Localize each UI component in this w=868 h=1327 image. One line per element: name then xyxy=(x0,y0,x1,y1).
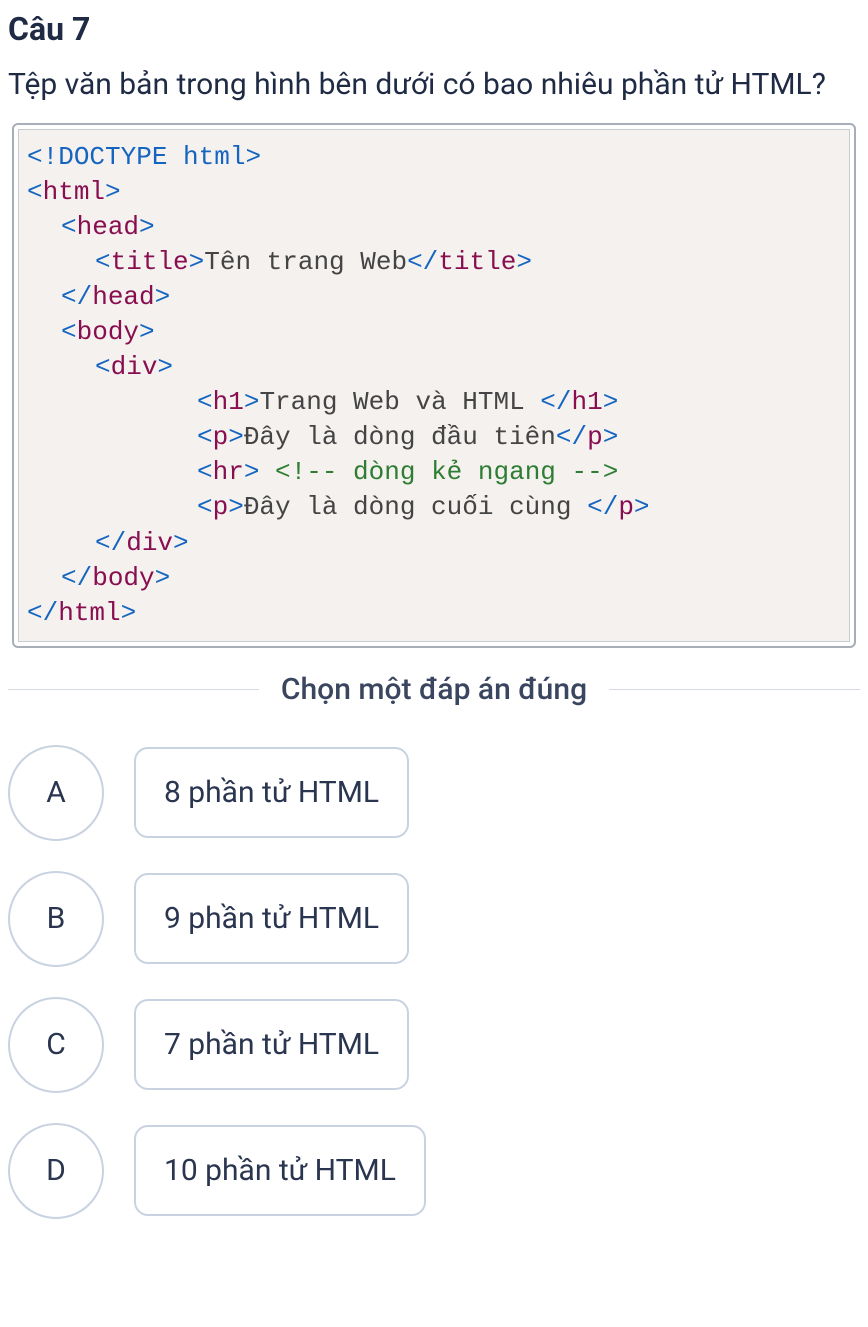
code-token: h1 xyxy=(213,387,244,417)
code-container: <!DOCTYPE html><html><head><title>Tên tr… xyxy=(12,123,856,648)
code-token: > xyxy=(139,317,155,347)
code-token: title xyxy=(111,247,189,277)
option-text[interactable]: 10 phần tử HTML xyxy=(134,1125,426,1216)
option-c[interactable]: C 7 phần tử HTML xyxy=(8,997,860,1093)
options-list: A 8 phần tử HTML B 9 phần tử HTML C 7 phần tử… xyxy=(8,745,860,1219)
code-token: > xyxy=(121,598,137,628)
code-line: </body> xyxy=(27,561,839,596)
code-line: <h1>Trang Web và HTML </h1> xyxy=(27,385,839,420)
code-token: > xyxy=(228,492,244,522)
option-text[interactable]: 8 phần tử HTML xyxy=(134,747,409,838)
code-token: p xyxy=(213,492,229,522)
code-token: </ xyxy=(540,387,571,417)
code-line: </div> xyxy=(27,526,839,561)
code-token: > xyxy=(244,457,260,487)
code-token: Đây là dòng cuối cùng xyxy=(244,492,587,522)
code-line: <p>Đây là dòng đầu tiên</p> xyxy=(27,420,839,455)
code-token: < xyxy=(197,422,213,452)
code-token: > xyxy=(173,528,189,558)
option-letter[interactable]: B xyxy=(8,871,104,967)
instruction-text: Chọn một đáp án đúng xyxy=(281,672,587,707)
code-line: <hr> <!-- dòng kẻ ngang --> xyxy=(27,455,839,490)
code-line: </html> xyxy=(27,596,839,631)
code-token: > xyxy=(189,247,205,277)
code-token: html xyxy=(43,177,105,207)
code-token: </ xyxy=(587,492,618,522)
code-token: > xyxy=(105,177,121,207)
code-line: <title>Tên trang Web</title> xyxy=(27,245,839,280)
code-token: < xyxy=(95,247,111,277)
code-token: < xyxy=(61,317,77,347)
code-token: </ xyxy=(556,422,587,452)
code-token: > xyxy=(516,247,532,277)
code-token: > xyxy=(155,282,171,312)
code-token: </ xyxy=(27,598,58,628)
code-token: > xyxy=(244,387,260,417)
code-line: <!DOCTYPE html> xyxy=(27,140,839,175)
code-token: p xyxy=(213,422,229,452)
option-letter[interactable]: D xyxy=(8,1123,104,1219)
code-line: <div> xyxy=(27,350,839,385)
divider-line-left xyxy=(8,689,259,690)
option-text[interactable]: 9 phần tử HTML xyxy=(134,873,409,964)
code-token: <!-- dòng kẻ ngang --> xyxy=(275,457,618,487)
code-token: > xyxy=(634,492,650,522)
code-token: h1 xyxy=(572,387,603,417)
code-token: div xyxy=(111,352,158,382)
code-token xyxy=(259,457,275,487)
code-token: <! xyxy=(27,142,58,172)
code-token: DOCTYPE html xyxy=(58,142,245,172)
code-token: </ xyxy=(95,528,126,558)
code-token: div xyxy=(126,528,173,558)
code-token: > xyxy=(228,422,244,452)
code-token: Tên trang Web xyxy=(204,247,407,277)
code-token: < xyxy=(27,177,43,207)
code-token: Trang Web và HTML xyxy=(259,387,540,417)
code-token: hr xyxy=(213,457,244,487)
code-token: > xyxy=(157,352,173,382)
code-token: head xyxy=(77,212,139,242)
code-block: <!DOCTYPE html><html><head><title>Tên tr… xyxy=(18,129,850,642)
code-token: html xyxy=(58,598,120,628)
code-token: body xyxy=(92,563,154,593)
code-line: <html> xyxy=(27,175,839,210)
code-token: < xyxy=(197,457,213,487)
code-token: Đây là dòng đầu tiên xyxy=(244,422,556,452)
code-token: > xyxy=(245,142,261,172)
code-token: > xyxy=(603,422,619,452)
code-token: > xyxy=(603,387,619,417)
code-token: < xyxy=(197,492,213,522)
option-letter[interactable]: C xyxy=(8,997,104,1093)
code-line: <body> xyxy=(27,315,839,350)
code-line: </head> xyxy=(27,280,839,315)
code-token: > xyxy=(155,563,171,593)
option-a[interactable]: A 8 phần tử HTML xyxy=(8,745,860,841)
code-token: > xyxy=(139,212,155,242)
code-token: p xyxy=(618,492,634,522)
option-d[interactable]: D 10 phần tử HTML xyxy=(8,1123,860,1219)
code-token: body xyxy=(77,317,139,347)
code-line: <head> xyxy=(27,210,839,245)
code-token: </ xyxy=(61,563,92,593)
code-token: </ xyxy=(407,247,438,277)
code-token: < xyxy=(95,352,111,382)
code-token: < xyxy=(197,387,213,417)
code-token: title xyxy=(438,247,516,277)
question-text: Tệp văn bản trong hình bên dưới có bao n… xyxy=(8,62,860,109)
instruction-divider: Chọn một đáp án đúng xyxy=(8,672,860,707)
code-token: head xyxy=(92,282,154,312)
option-b[interactable]: B 9 phần tử HTML xyxy=(8,871,860,967)
code-line: <p>Đây là dòng cuối cùng </p> xyxy=(27,490,839,525)
code-token: p xyxy=(587,422,603,452)
code-token: < xyxy=(61,212,77,242)
code-token: </ xyxy=(61,282,92,312)
divider-line-right xyxy=(609,689,860,690)
option-text[interactable]: 7 phần tử HTML xyxy=(134,999,409,1090)
option-letter[interactable]: A xyxy=(8,745,104,841)
question-number: Câu 7 xyxy=(8,10,860,48)
